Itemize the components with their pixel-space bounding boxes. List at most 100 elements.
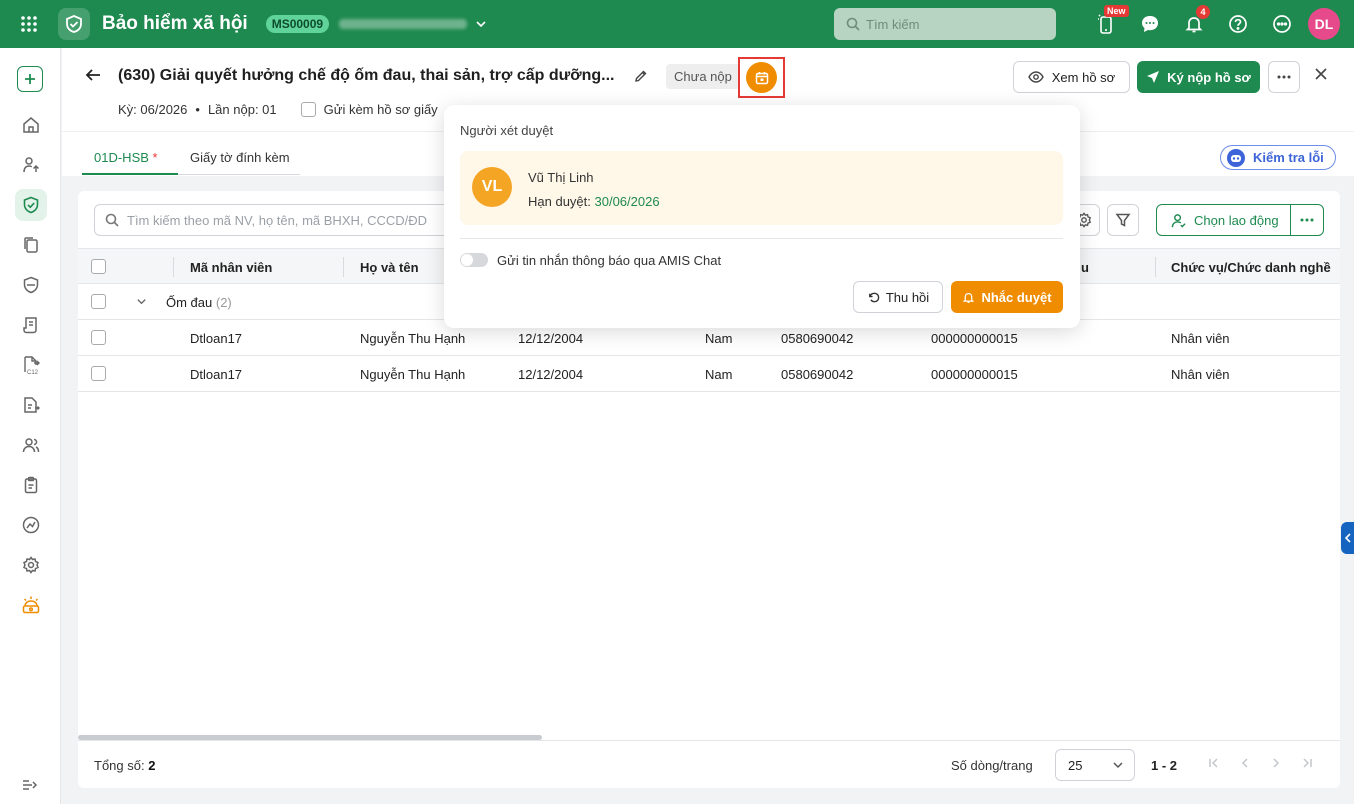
total-label: Tổng số: (94, 758, 145, 773)
svg-text:C12: C12 (27, 370, 39, 375)
tab-underline (178, 174, 300, 175)
document-meta: Kỳ: 06/2026 • Lần nộp: 01 Gửi kèm hồ sơ … (118, 102, 438, 117)
pagination (1198, 757, 1322, 769)
clipboard-icon[interactable] (15, 469, 47, 501)
doc-export-icon[interactable] (15, 389, 47, 421)
cell-full-name: Nguyễn Thu Hạnh (360, 331, 466, 346)
table-row[interactable]: Dtloan17 Nguyễn Thu Hạnh 12/12/2004 Nam … (78, 356, 1340, 392)
app-title: Bảo hiểm xã hội (102, 13, 248, 34)
global-search-input[interactable]: Tìm kiếm (834, 8, 1056, 40)
next-page-icon[interactable] (1260, 757, 1291, 769)
left-sidebar: C12 (0, 48, 61, 804)
row-checkbox[interactable] (91, 330, 106, 345)
more-dots-icon (1277, 75, 1291, 79)
user-avatar[interactable]: DL (1308, 8, 1340, 40)
total-value: 2 (148, 758, 156, 773)
robot-icon (1227, 148, 1245, 167)
filter-button[interactable] (1107, 204, 1139, 236)
choose-employee-more[interactable] (1291, 218, 1323, 222)
row-checkbox[interactable] (91, 366, 106, 381)
user-check-icon (1171, 213, 1186, 228)
active-tab-underline (82, 173, 178, 175)
column-header-position[interactable]: Chức vụ/Chức danh nghề (1171, 260, 1331, 275)
group-checkbox[interactable] (91, 294, 106, 309)
column-separator (173, 257, 174, 277)
attach-paper-checkbox[interactable] (300, 102, 316, 117)
required-marker: * (152, 150, 158, 165)
report-icon[interactable] (15, 509, 47, 541)
select-all-checkbox[interactable] (91, 259, 106, 274)
group-name: Ốm đau (166, 295, 213, 310)
people-icon[interactable] (15, 429, 47, 461)
more-actions-button[interactable] (1268, 61, 1300, 93)
app-grid-icon[interactable] (0, 0, 58, 48)
status-badge: Chưa nộp (666, 64, 740, 89)
calendar-icon (755, 71, 768, 84)
column-separator (1155, 257, 1156, 277)
chat-icon[interactable] (1128, 0, 1172, 48)
mobile-app-icon[interactable]: New (1084, 0, 1129, 48)
more-apps-icon[interactable] (1260, 0, 1304, 48)
remind-approval-button[interactable]: Nhắc duyệt (951, 281, 1063, 313)
cell-gender: Nam (705, 331, 733, 346)
remind-approval-label: Nhắc duyệt (981, 289, 1052, 305)
bell-icon (963, 292, 975, 303)
ai-assistant-icon[interactable] (15, 589, 47, 621)
shield-icon[interactable] (15, 269, 47, 301)
toggle-knob (461, 254, 473, 266)
reviewer-popover: Người xét duyệt VL Vũ Thị Linh Hạn duyệt… (444, 105, 1080, 328)
rows-per-page-select[interactable]: 25 (1055, 749, 1135, 781)
close-icon[interactable] (1314, 67, 1328, 81)
new-badge: New (1104, 5, 1129, 17)
cell-dob: 12/12/2004 (518, 367, 584, 382)
employee-up-icon[interactable] (15, 149, 47, 181)
choose-employee-main[interactable]: Chọn lao động (1157, 205, 1291, 235)
first-page-icon[interactable] (1198, 757, 1229, 769)
view-file-button[interactable]: Xem hồ sơ (1013, 61, 1130, 93)
back-arrow-icon[interactable] (84, 66, 102, 84)
tab-01d-hsb-label: 01D-HSB (94, 150, 149, 165)
choose-employee-button[interactable]: Chọn lao động (1156, 204, 1324, 236)
chevron-down-icon[interactable] (136, 296, 147, 307)
recall-button[interactable]: Thu hồi (853, 281, 943, 313)
add-new-button[interactable] (17, 66, 43, 92)
column-header-partial[interactable]: u (1081, 260, 1089, 275)
cell-full-name: Nguyễn Thu Hạnh (360, 367, 466, 382)
expand-sidebar-icon[interactable] (22, 778, 38, 792)
prev-page-icon[interactable] (1229, 757, 1260, 769)
chevron-down-icon[interactable] (475, 18, 487, 30)
table-search-input[interactable]: Tìm kiếm theo mã NV, họ tên, mã BHXH, CC… (94, 204, 454, 236)
reviewer-avatar: VL (472, 167, 512, 207)
table-search-placeholder: Tìm kiếm theo mã NV, họ tên, mã BHXH, CC… (127, 212, 428, 228)
tab-01d-hsb[interactable]: 01D-HSB * (94, 150, 158, 165)
due-date: 30/06/2026 (594, 194, 660, 209)
separator-dot: • (195, 102, 200, 117)
sign-submit-button[interactable]: Ký nộp hồ sơ (1137, 61, 1260, 93)
cell-id-number: 000000000015 (931, 331, 1018, 346)
view-file-label: Xem hồ sơ (1051, 69, 1116, 85)
settings-icon[interactable] (15, 549, 47, 581)
approval-calendar-button[interactable] (746, 62, 777, 93)
group-count: (2) (215, 295, 232, 310)
total-count: Tổng số: 2 (94, 758, 155, 773)
c12-doc-icon[interactable]: C12 (15, 349, 47, 381)
help-icon[interactable] (1216, 0, 1260, 48)
insurance-shield-icon[interactable] (15, 189, 47, 221)
due-label: Hạn duyệt: (528, 194, 591, 209)
amis-chat-toggle[interactable] (460, 253, 488, 267)
home-icon[interactable] (15, 109, 47, 141)
edit-pencil-icon[interactable] (634, 69, 648, 83)
column-header-full-name[interactable]: Họ và tên (360, 260, 419, 275)
tab-attachments[interactable]: Giấy tờ đính kèm (190, 150, 290, 165)
divider (460, 238, 1063, 239)
last-page-icon[interactable] (1291, 757, 1322, 769)
column-header-employee-code[interactable]: Mã nhân viên (190, 260, 272, 275)
table-footer: Tổng số: 2 Số dòng/trang 25 1 - 2 (78, 740, 1340, 788)
copy-docs-icon[interactable] (15, 229, 47, 261)
scroll-doc-icon[interactable] (15, 309, 47, 341)
bell-icon[interactable]: 4 (1172, 0, 1216, 48)
page-range: 1 - 2 (1151, 758, 1178, 773)
check-errors-button[interactable]: Kiểm tra lỗi (1220, 145, 1336, 170)
side-panel-toggle[interactable] (1341, 522, 1354, 554)
eye-icon (1027, 71, 1044, 83)
